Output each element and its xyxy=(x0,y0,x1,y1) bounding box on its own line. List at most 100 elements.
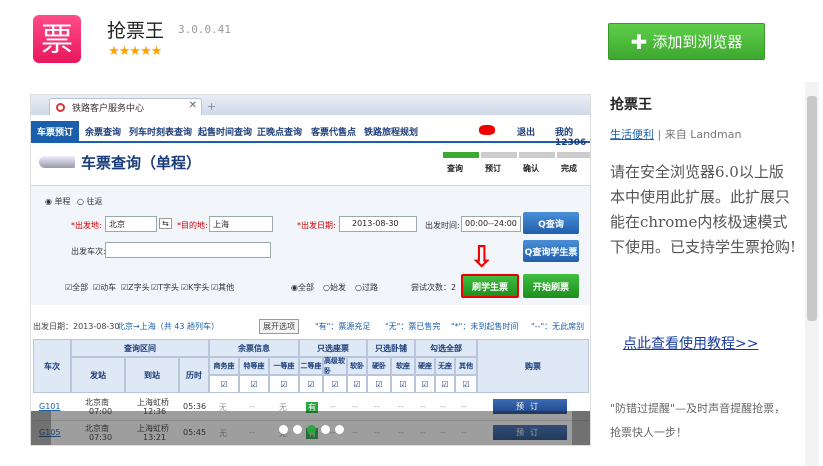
th-seat-col: 一等座 xyxy=(269,357,299,375)
nav-item-logout[interactable]: 退出 xyxy=(517,125,535,138)
seat-col-checkbox[interactable]: ☑ xyxy=(415,375,435,393)
legend-unsold: "*"：未到起售时间 xyxy=(451,322,519,331)
carousel-dot[interactable] xyxy=(321,424,330,434)
seat-cell: -- xyxy=(330,402,336,411)
add-button-label: 添加到浏览器 xyxy=(652,33,743,51)
user-avatar-icon xyxy=(479,125,495,135)
step-label: 完成 xyxy=(561,164,577,173)
screenshot-carousel[interactable]: 铁路客户服务中心 ✕ + 车票预订 余票查询 列车时刻表查询 起售时间查询 正晚… xyxy=(30,94,591,446)
radio-filter-all[interactable]: ◉全部 xyxy=(291,282,314,293)
result-route: 北京→上海（共 43 趟列车） xyxy=(117,322,219,331)
seat-col-checkbox[interactable]: ☑ xyxy=(209,375,239,393)
from-input[interactable]: 北京 xyxy=(105,216,157,232)
expand-options-button[interactable]: 展开选项 xyxy=(259,319,299,334)
duration: 05:36 xyxy=(183,402,207,411)
seat-col-checkbox[interactable]: ☑ xyxy=(323,375,347,393)
student-ticket-button[interactable]: 刷学生票 xyxy=(461,274,519,298)
results-info: 出发日期：2013-08-30 北京→上海（共 43 趟列车） 展开选项 "有"… xyxy=(31,317,590,335)
close-tab-icon[interactable]: ✕ xyxy=(189,100,197,111)
radio-filter-origin[interactable]: ○始发 xyxy=(323,282,346,293)
carousel-dot[interactable] xyxy=(335,424,344,434)
author-text: | 来自 Landman xyxy=(657,128,742,141)
th-seat-col: 二等座 xyxy=(299,357,323,375)
seat-col-checkbox[interactable]: ☑ xyxy=(269,375,299,393)
radio-oneway[interactable]: ◉ 单程 xyxy=(45,196,71,207)
arrow-down-icon: ⇩ xyxy=(469,240,495,275)
add-to-browser-button[interactable]: ✚ 添加到浏览器 xyxy=(608,23,765,60)
th-seat-col: 其他 xyxy=(455,357,477,375)
train-icon xyxy=(39,156,75,168)
seat-col-checkbox[interactable]: ☑ xyxy=(239,375,269,393)
date-label: *出发日期: xyxy=(297,221,336,230)
radio-roundtrip[interactable]: ○ 往返 xyxy=(77,196,103,207)
radio-filter-pass[interactable]: ○过路 xyxy=(355,282,378,293)
nav-item-remain[interactable]: 余票查询 xyxy=(85,125,121,138)
step-bar-active xyxy=(443,152,479,158)
scrollbar-thumb[interactable] xyxy=(807,96,817,321)
th-check-all[interactable]: 勾选全部 xyxy=(415,339,477,357)
type-filter-d[interactable]: ☑动车 xyxy=(93,282,116,293)
extension-title: 抢票王 xyxy=(107,20,165,42)
new-tab-icon[interactable]: + xyxy=(207,100,216,113)
query-form: ◉ 单程 ○ 往返 *出发地: 北京 ⇆ *目的地: 上海 *出发日期: 201… xyxy=(31,185,590,305)
swap-icon[interactable]: ⇆ xyxy=(159,218,172,229)
th-duration: 历时 xyxy=(179,357,209,393)
th-seat-col: 特等座 xyxy=(239,357,269,375)
train-number-link[interactable]: G101 xyxy=(39,402,60,411)
category-link[interactable]: 生活便利 xyxy=(610,128,654,141)
start-button[interactable]: 开始刷票 xyxy=(523,274,579,298)
query-header: 车票查询（单程） 查询 预订 确认 完成 xyxy=(31,148,590,180)
seat-col-checkbox[interactable]: ☑ xyxy=(347,375,367,393)
nav-item-booking[interactable]: 车票预订 xyxy=(31,121,80,141)
seat-col-checkbox[interactable]: ☑ xyxy=(435,375,455,393)
nav-item-saletime[interactable]: 起售时间查询 xyxy=(198,125,252,138)
extension-description: 请在安全浏览器6.0以上版本中使用此扩展。此扩展只能在chrome内核极速模式下… xyxy=(610,163,797,256)
th-range: 查询区间 xyxy=(71,339,209,357)
type-filter-z[interactable]: ☑Z字头 xyxy=(121,282,150,293)
type-filter-other[interactable]: ☑其他 xyxy=(211,282,234,293)
th-seat-only: 只选座票 xyxy=(299,339,367,357)
nav-item-my12306[interactable]: 我的12306 xyxy=(555,125,590,148)
carousel-dot[interactable] xyxy=(279,424,288,434)
tab-title: 铁路客户服务中心 xyxy=(72,104,145,114)
type-filter-all[interactable]: ☑全部 xyxy=(65,282,88,293)
from-label: *出发地: xyxy=(71,221,102,230)
seat-col-checkbox[interactable]: ☑ xyxy=(299,375,323,393)
rating-stars-icon: ★★★★★ xyxy=(108,44,162,59)
type-filter-t[interactable]: ☑T字头 xyxy=(151,282,179,293)
to-label: *目的地: xyxy=(177,221,208,230)
tutorial-link[interactable]: 点此查看使用教程>> xyxy=(623,333,758,353)
carousel-dot-active[interactable] xyxy=(307,424,316,434)
seat-cell: -- xyxy=(352,402,358,411)
query-title: 车票查询（单程） xyxy=(81,154,202,172)
train-no-input[interactable] xyxy=(105,242,271,258)
seat-col-checkbox[interactable]: ☑ xyxy=(391,375,415,393)
nav-item-agents[interactable]: 客票代售点 xyxy=(311,125,356,138)
plus-icon: ✚ xyxy=(630,29,648,54)
search-button[interactable]: Q查询 xyxy=(523,212,579,234)
step-label: 确认 xyxy=(523,164,539,173)
th-seat-col: 商务座 xyxy=(209,357,239,375)
carousel-prev-button[interactable] xyxy=(31,411,51,445)
date-input[interactable]: 2013-08-30 xyxy=(339,216,417,232)
nav-item-planner[interactable]: 铁路旅程规划 xyxy=(364,125,418,138)
time-select[interactable]: 00:00--24:00 xyxy=(461,216,521,232)
student-search-button[interactable]: Q查询学生票 xyxy=(523,240,579,262)
seat-col-checkbox[interactable]: ☑ xyxy=(367,375,391,393)
carousel-dot[interactable] xyxy=(293,424,302,434)
th-seat-col: 软卧 xyxy=(347,357,367,375)
seat-cell: -- xyxy=(374,402,380,411)
page-scrollbar[interactable] xyxy=(805,82,819,466)
type-filter-k[interactable]: ☑K字头 xyxy=(181,282,209,293)
th-berth-only: 只选卧铺 xyxy=(367,339,415,357)
to-input[interactable]: 上海 xyxy=(209,216,273,232)
nav-item-timetable[interactable]: 列车时刻表查询 xyxy=(129,125,192,138)
legend-na: "--"：无此席别 xyxy=(531,322,585,331)
browser-tab[interactable]: 铁路客户服务中心 ✕ xyxy=(49,98,202,115)
seat-col-checkbox[interactable]: ☑ xyxy=(455,375,477,393)
legend-none: "无"：票已售完 xyxy=(385,322,441,331)
nav-item-delay[interactable]: 正晚点查询 xyxy=(257,125,302,138)
seat-cell: -- xyxy=(461,402,467,411)
carousel-next-button[interactable] xyxy=(572,411,590,445)
seat-cell: -- xyxy=(420,402,426,411)
